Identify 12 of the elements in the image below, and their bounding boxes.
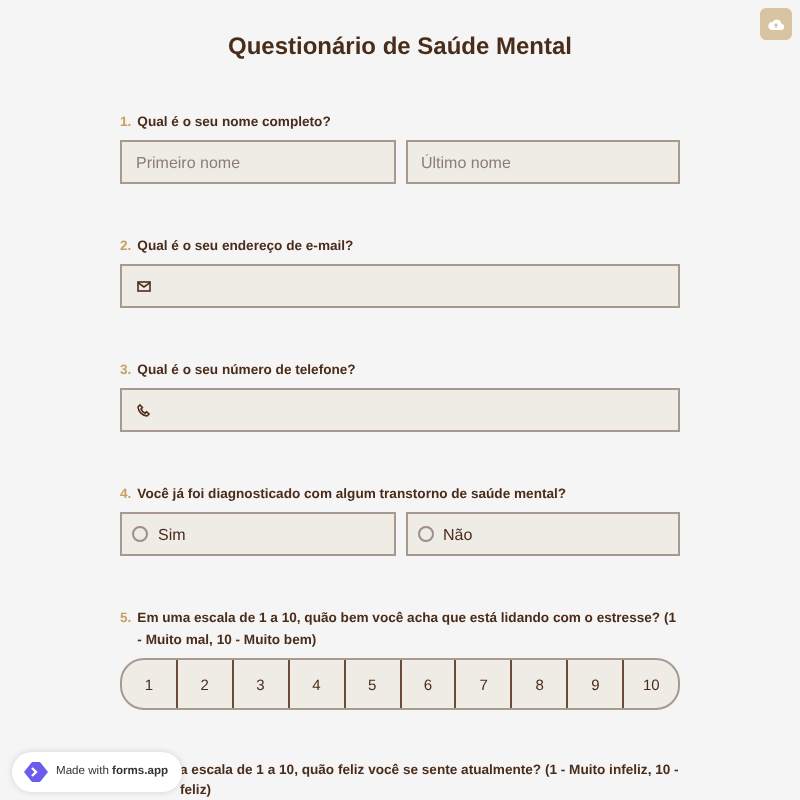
phone-field[interactable]	[120, 388, 680, 432]
input-field[interactable]: Primeiro nome	[120, 140, 395, 184]
radio-option[interactable]: Sim	[120, 512, 395, 556]
radio-option[interactable]: Não	[405, 512, 680, 556]
envelope-icon	[136, 278, 152, 294]
form-title: Questionário de Saúde Mental	[227, 30, 573, 64]
phone-icon	[136, 402, 152, 418]
input-field[interactable]: Último nome	[405, 140, 680, 184]
email-field[interactable]	[120, 264, 680, 308]
upload-button[interactable]	[760, 8, 792, 40]
logo-icon	[22, 760, 50, 784]
cloud-upload-icon	[768, 18, 784, 30]
